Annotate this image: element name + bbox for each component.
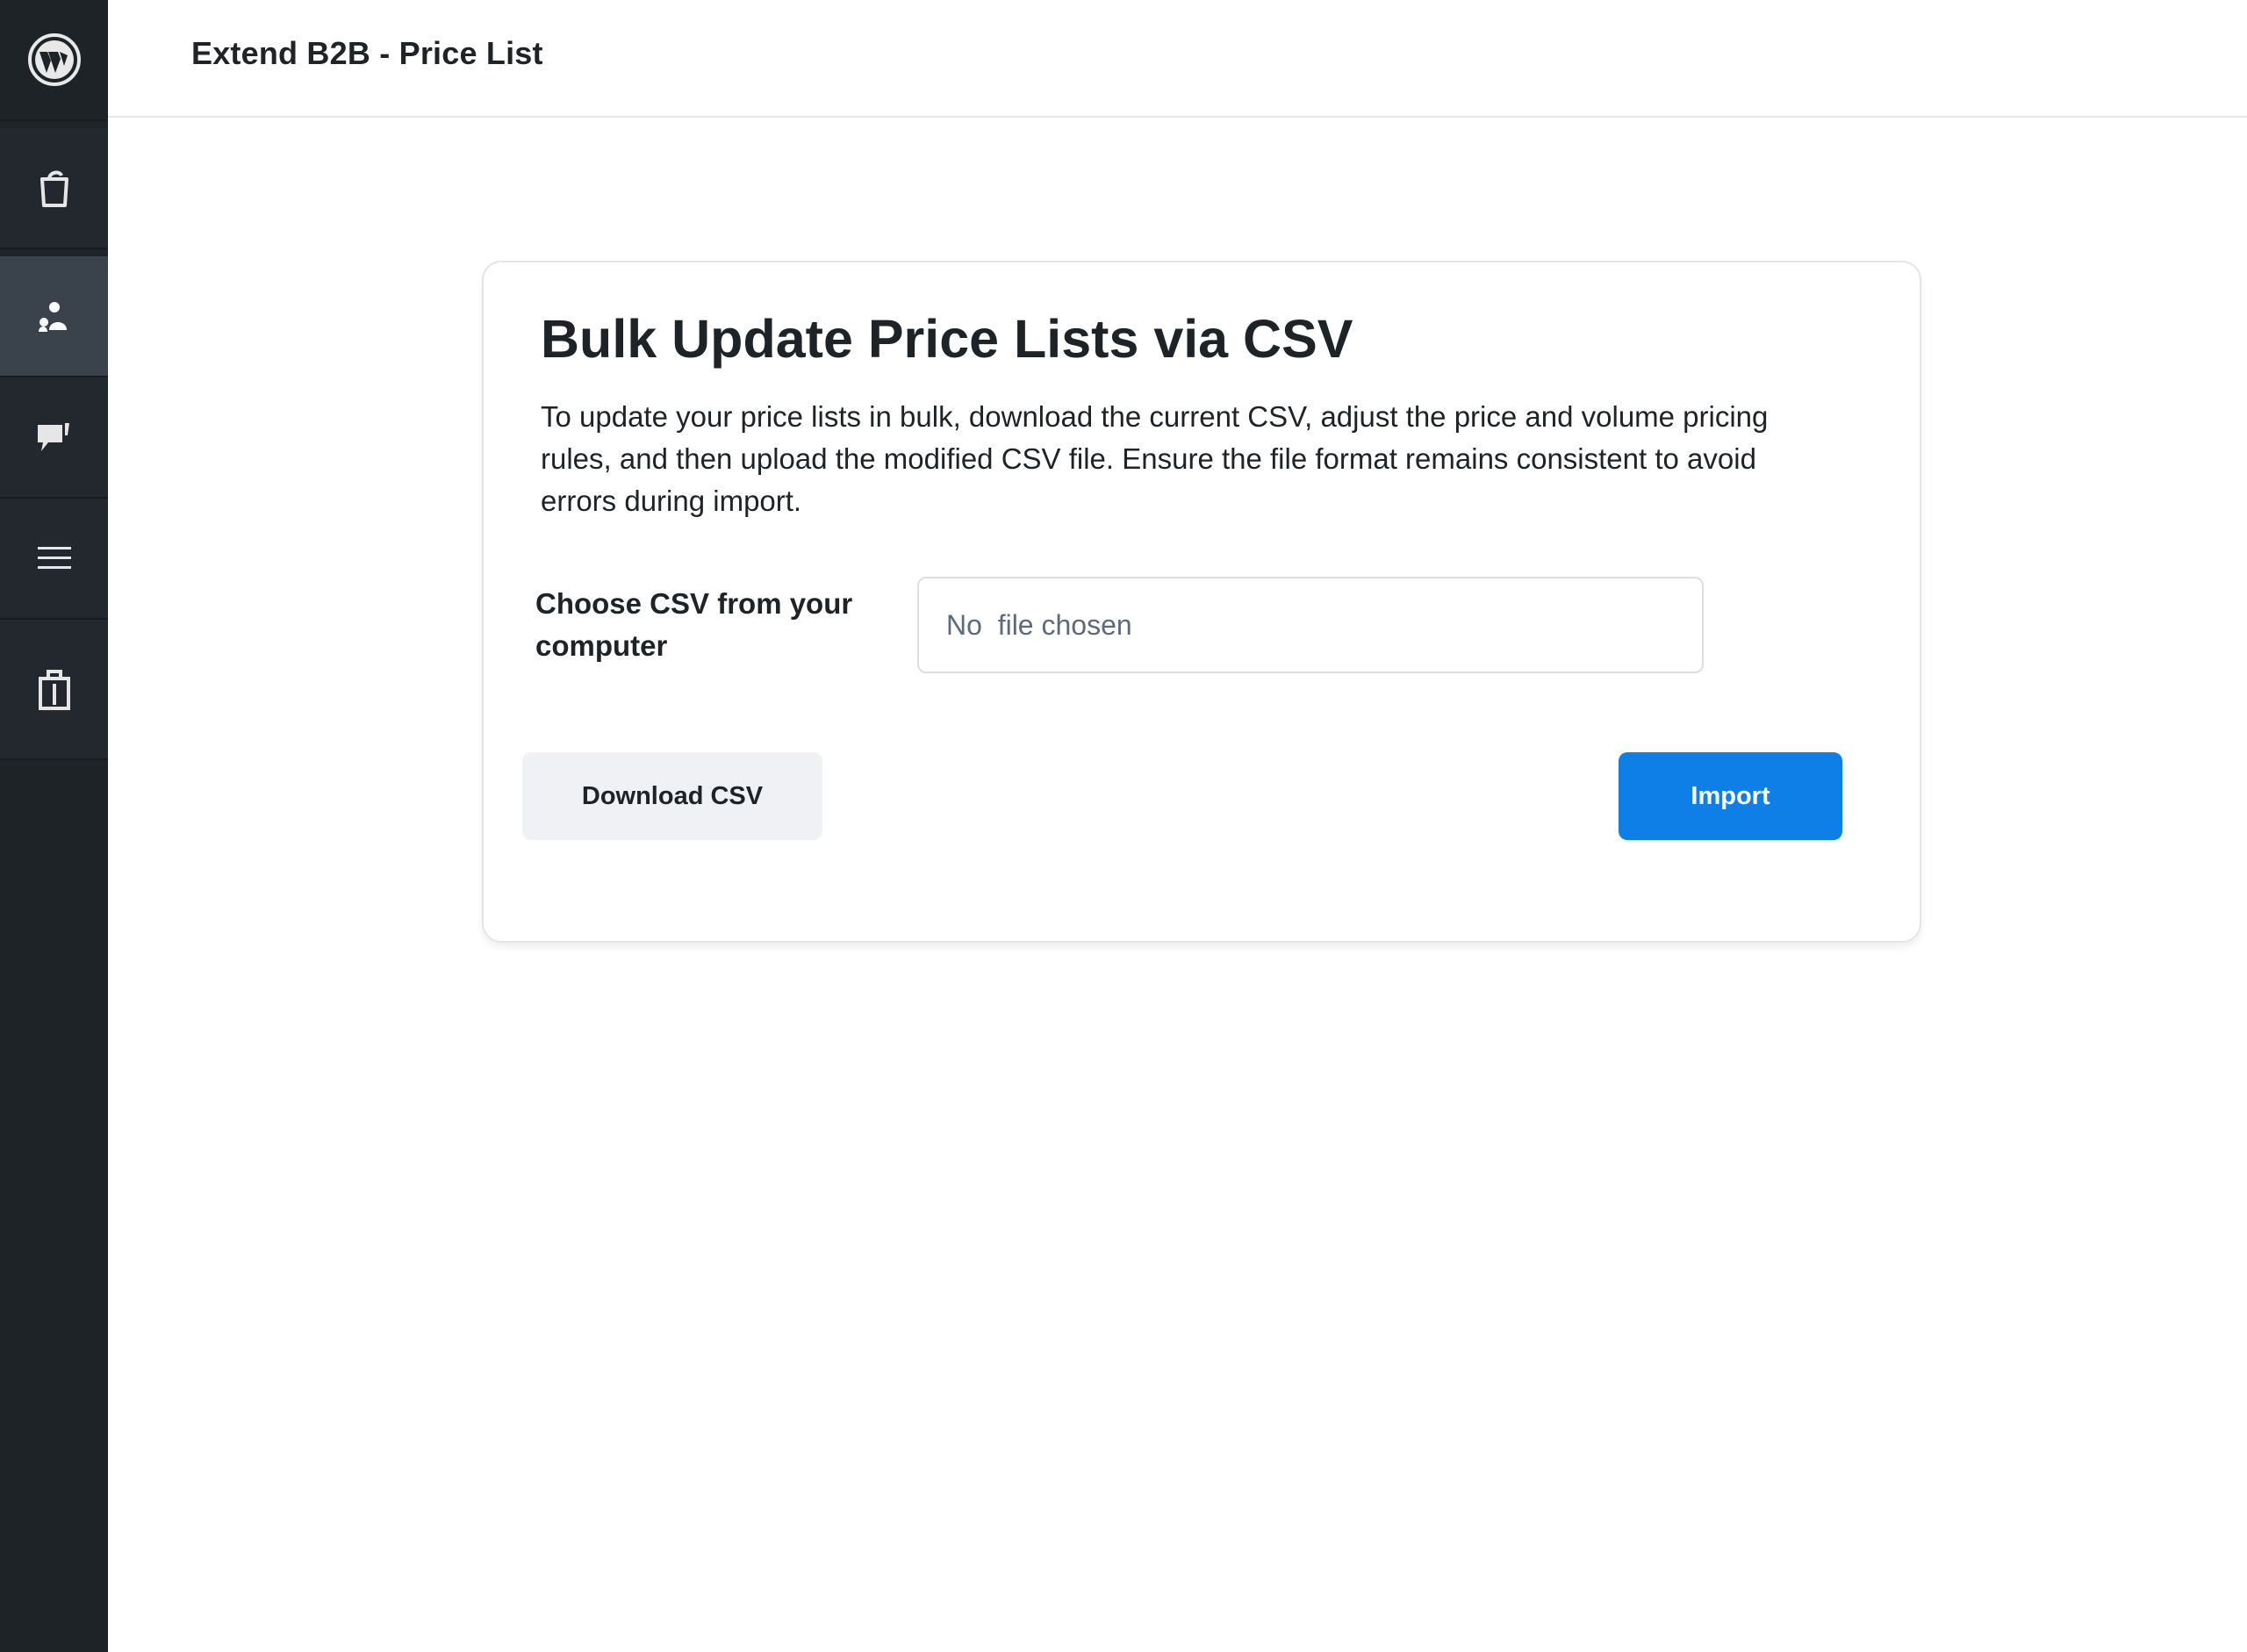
download-csv-button[interactable]: Download CSV — [522, 752, 822, 840]
admin-sidebar — [0, 0, 108, 1652]
wordpress-logo-link[interactable] — [0, 0, 108, 121]
speech-bubble-icon — [36, 420, 73, 455]
sidebar-item-orders[interactable] — [0, 128, 108, 249]
wordpress-logo-icon — [27, 32, 82, 87]
shopping-bag-icon — [37, 666, 72, 712]
sidebar-item-menu[interactable] — [0, 499, 108, 620]
bulk-update-card: Bulk Update Price Lists via CSV To updat… — [482, 261, 1921, 943]
menu-lines-icon — [36, 544, 73, 572]
bag-icon — [35, 167, 74, 209]
top-header: Extend B2B - Price List — [108, 0, 2247, 118]
file-status-text: No file chosen — [946, 608, 1132, 641]
csv-file-label: Choose CSV from your computer — [535, 587, 853, 662]
page-title: Extend B2B - Price List — [191, 35, 543, 71]
sidebar-item-comments[interactable] — [0, 377, 108, 499]
users-icon — [37, 298, 72, 334]
sidebar-item-customers[interactable] — [0, 256, 108, 377]
csv-file-input[interactable]: No file chosen — [917, 577, 1704, 673]
sidebar-item-products[interactable] — [0, 620, 108, 760]
import-button[interactable]: Import — [1619, 752, 1842, 840]
card-title: Bulk Update Price Lists via CSV — [541, 309, 1353, 369]
card-description: To update your price lists in bulk, down… — [541, 400, 1769, 517]
